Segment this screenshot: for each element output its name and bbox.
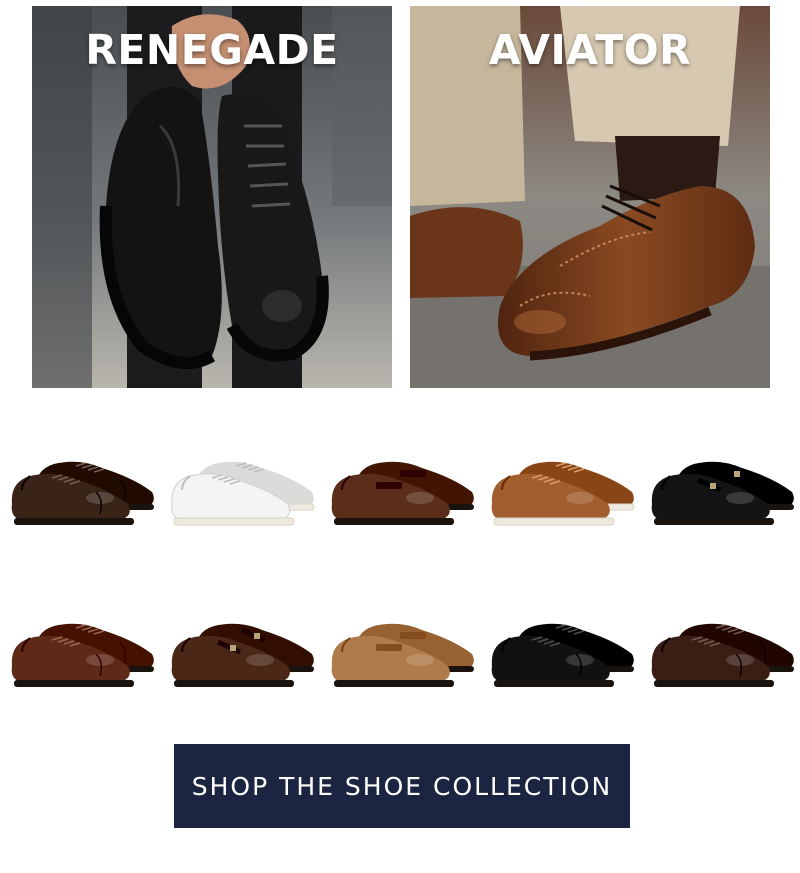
shoe-item-dark-brown-oxford[interactable]	[0, 430, 160, 540]
shoe-image	[171, 461, 315, 526]
shoe-image	[491, 623, 634, 687]
shoe-image	[11, 623, 154, 687]
shoe-image	[491, 461, 635, 526]
hero-title-aviator: AVIATOR	[488, 26, 692, 74]
shoe-image	[651, 623, 794, 687]
shoe-image	[171, 623, 314, 687]
shoe-item-brown-double-monk[interactable]	[160, 592, 320, 702]
shoe-item-tan-sneaker[interactable]	[480, 430, 640, 540]
shoe-item-brown-oxford[interactable]	[0, 592, 160, 702]
shop-collection-label: SHOP THE SHOE COLLECTION	[191, 771, 613, 801]
shoe-item-brown-penny-loafer[interactable]	[320, 430, 480, 540]
hero-renegade[interactable]: RENEGADE	[32, 6, 392, 388]
shoe-item-tan-suede-loafer[interactable]	[320, 592, 480, 702]
shoe-image	[331, 623, 474, 687]
hero-title-renegade: RENEGADE	[85, 26, 339, 74]
hero-aviator[interactable]: AVIATOR	[410, 6, 770, 388]
shoe-image	[11, 461, 154, 525]
shoe-image	[331, 461, 474, 525]
shoe-item-white-sneaker[interactable]	[160, 430, 320, 540]
shoe-image	[651, 461, 794, 525]
shop-collection-button[interactable]: SHOP THE SHOE COLLECTION	[174, 744, 630, 828]
shoe-item-black-monk-strap[interactable]	[640, 430, 800, 540]
shoe-item-espresso-oxford[interactable]	[640, 592, 800, 702]
shoe-item-black-oxford[interactable]	[480, 592, 640, 702]
